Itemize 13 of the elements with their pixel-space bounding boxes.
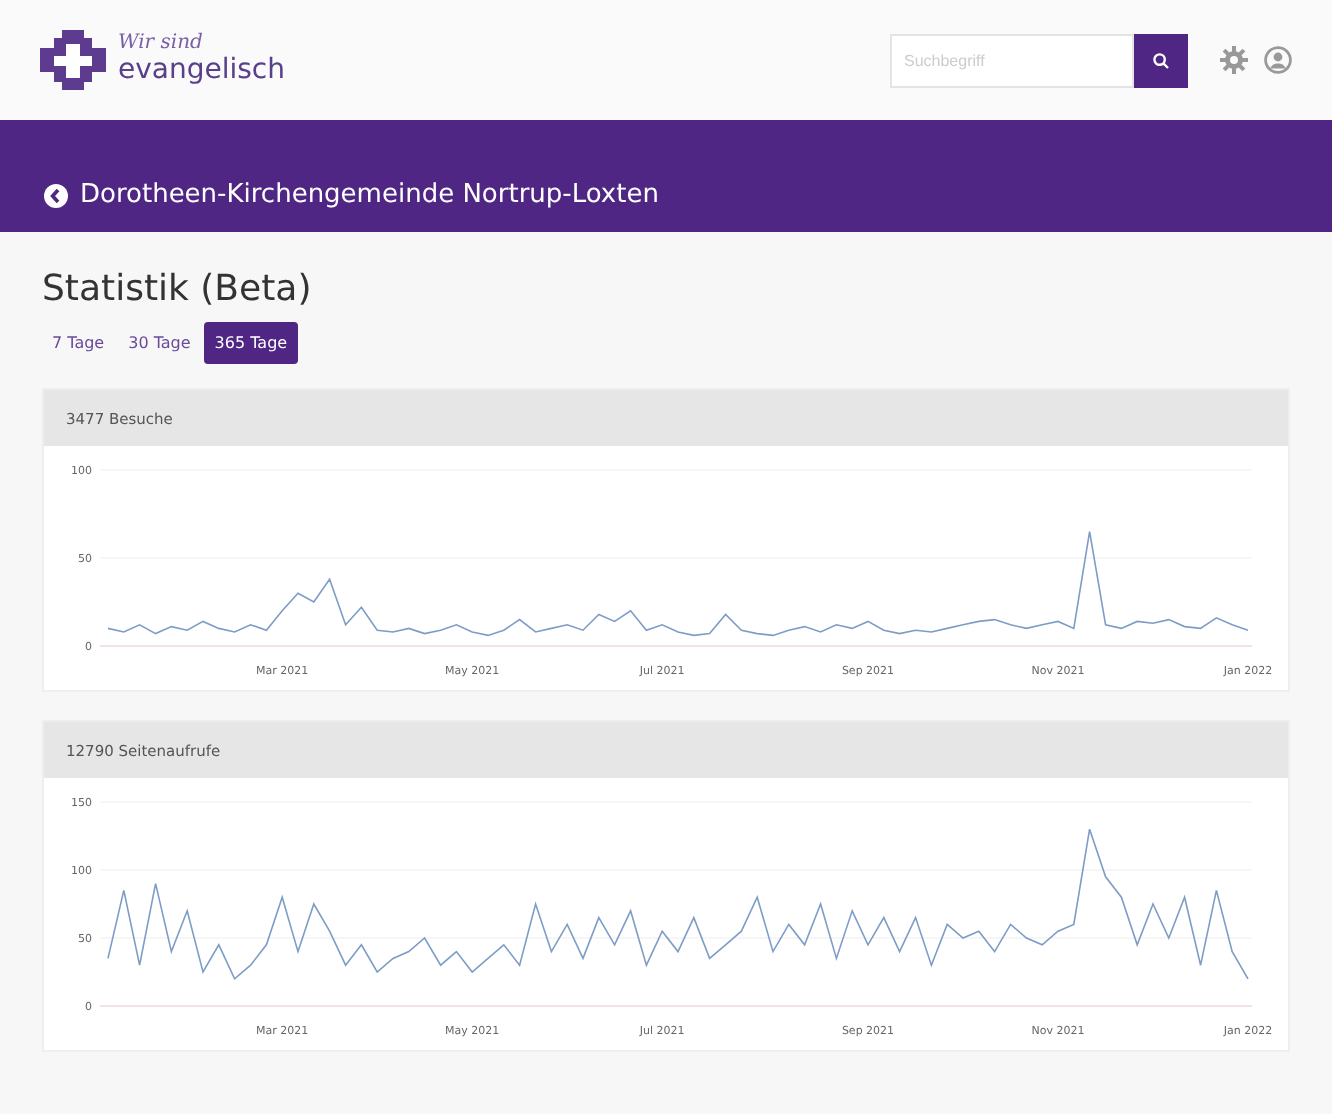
cross-logo-icon xyxy=(40,30,106,90)
page-title: Statistik (Beta) xyxy=(42,268,314,310)
user-account-icon[interactable] xyxy=(1264,46,1292,74)
search-button[interactable] xyxy=(1134,33,1188,87)
logo-wordmark: evangelisch xyxy=(118,55,285,86)
range-tab[interactable]: 365 Tage xyxy=(204,322,298,364)
search-icon xyxy=(1152,51,1170,69)
settings-icon[interactable] xyxy=(1220,46,1248,74)
range-tab[interactable]: 7 Tage xyxy=(42,322,115,364)
back-icon[interactable] xyxy=(44,184,68,208)
parish-title: Dorotheen-Kirchengemeinde Nortrup-Loxten xyxy=(80,180,659,212)
logo-tagline: Wir sind xyxy=(118,34,205,56)
range-tab[interactable]: 30 Tage xyxy=(118,322,201,364)
